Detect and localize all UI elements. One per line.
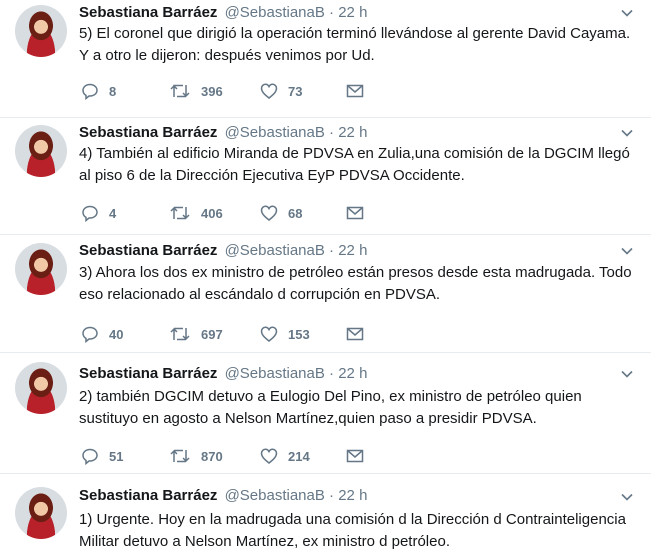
user-handle[interactable]: @SebastianaB <box>225 4 325 21</box>
reply-icon <box>82 205 98 222</box>
tweet-actions: 40 697 153 <box>79 324 379 344</box>
envelope-icon <box>346 206 364 220</box>
separator-dot: · <box>329 242 335 259</box>
tweet-text: 4) También al edificio Miranda de PDVSA … <box>79 145 635 184</box>
reply-icon <box>82 83 98 100</box>
reply-icon <box>82 326 98 343</box>
tweet-actions: 8 396 73 <box>79 81 379 101</box>
like-count: 73 <box>288 83 303 99</box>
reply-button[interactable]: 8 <box>81 81 116 101</box>
tweet-header: Sebastiana Barráez @SebastianaB · 22 h <box>79 3 367 23</box>
reply-count: 40 <box>109 326 124 342</box>
separator-dot: · <box>329 487 335 504</box>
display-name[interactable]: Sebastiana Barráez <box>79 4 217 21</box>
avatar[interactable] <box>15 5 67 57</box>
tweet[interactable]: Sebastiana Barráez @SebastianaB · 22 h 1… <box>0 474 651 555</box>
tweet[interactable]: Sebastiana Barráez @SebastianaB · 22 h 5… <box>0 0 651 118</box>
display-name[interactable]: Sebastiana Barráez <box>79 487 217 504</box>
reply-count: 4 <box>109 205 117 221</box>
reply-button[interactable]: 40 <box>81 324 123 344</box>
tweet-actions: 4 406 68 <box>79 203 379 223</box>
user-handle[interactable]: @SebastianaB <box>225 365 325 382</box>
retweet-count: 406 <box>201 205 223 221</box>
separator-dot: · <box>329 4 335 21</box>
like-button[interactable]: 153 <box>260 324 310 344</box>
like-button[interactable]: 73 <box>260 81 302 101</box>
tweet-actions: 51 870 214 <box>79 446 379 466</box>
retweet-icon <box>170 449 190 463</box>
retweet-count: 396 <box>201 83 223 99</box>
retweet-count: 697 <box>201 326 223 342</box>
heart-icon <box>260 205 278 221</box>
direct-message-button[interactable] <box>346 203 364 223</box>
retweet-icon <box>170 206 190 220</box>
chevron-down-icon[interactable] <box>619 243 635 259</box>
retweet-button[interactable]: 697 <box>169 324 223 344</box>
heart-icon <box>260 326 278 342</box>
tweet-header: Sebastiana Barráez @SebastianaB · 22 h <box>79 364 367 384</box>
reply-button[interactable]: 51 <box>81 446 123 466</box>
timestamp[interactable]: 22 h <box>338 487 367 504</box>
reply-icon <box>82 448 98 465</box>
avatar[interactable] <box>15 487 67 539</box>
direct-message-button[interactable] <box>346 324 364 344</box>
retweet-button[interactable]: 406 <box>169 203 223 223</box>
envelope-icon <box>346 84 364 98</box>
heart-icon <box>260 83 278 99</box>
user-handle[interactable]: @SebastianaB <box>225 487 325 504</box>
like-button[interactable]: 214 <box>260 446 310 466</box>
like-count: 68 <box>288 205 303 221</box>
like-count: 153 <box>288 326 310 342</box>
tweet-header: Sebastiana Barráez @SebastianaB · 22 h <box>79 486 367 506</box>
retweet-icon <box>170 84 190 98</box>
chevron-down-icon[interactable] <box>619 5 635 21</box>
timestamp[interactable]: 22 h <box>338 365 367 382</box>
retweet-button[interactable]: 870 <box>169 446 223 466</box>
tweet-header: Sebastiana Barráez @SebastianaB · 22 h <box>79 241 367 261</box>
reply-count: 51 <box>109 448 124 464</box>
like-count: 214 <box>288 448 310 464</box>
heart-icon <box>260 448 278 464</box>
tweet-text: 5) El coronel que dirigió la operación t… <box>79 25 635 64</box>
retweet-count: 870 <box>201 448 223 464</box>
tweet-text: 2) también DGCIM detuvo a Eulogio Del Pi… <box>79 388 586 427</box>
avatar[interactable] <box>15 243 67 295</box>
chevron-down-icon[interactable] <box>619 489 635 505</box>
tweet[interactable]: Sebastiana Barráez @SebastianaB · 22 h 2… <box>0 353 651 474</box>
display-name[interactable]: Sebastiana Barráez <box>79 365 217 382</box>
display-name[interactable]: Sebastiana Barráez <box>79 124 217 141</box>
envelope-icon <box>346 449 364 463</box>
separator-dot: · <box>329 124 335 141</box>
envelope-icon <box>346 327 364 341</box>
tweet[interactable]: Sebastiana Barráez @SebastianaB · 22 h 3… <box>0 235 651 353</box>
timestamp[interactable]: 22 h <box>338 242 367 259</box>
timestamp[interactable]: 22 h <box>338 4 367 21</box>
retweet-button[interactable]: 396 <box>169 81 223 101</box>
separator-dot: · <box>329 365 335 382</box>
user-handle[interactable]: @SebastianaB <box>225 242 325 259</box>
display-name[interactable]: Sebastiana Barráez <box>79 242 217 259</box>
avatar[interactable] <box>15 125 67 177</box>
timestamp[interactable]: 22 h <box>338 124 367 141</box>
tweet-header: Sebastiana Barráez @SebastianaB · 22 h <box>79 123 367 143</box>
retweet-icon <box>170 327 190 341</box>
user-handle[interactable]: @SebastianaB <box>225 124 325 141</box>
reply-button[interactable]: 4 <box>81 203 116 223</box>
tweet-text: 3) Ahora los dos ex ministro de petróleo… <box>79 264 636 303</box>
tweet[interactable]: Sebastiana Barráez @SebastianaB · 22 h 4… <box>0 118 651 235</box>
direct-message-button[interactable] <box>346 446 364 466</box>
reply-count: 8 <box>109 83 117 99</box>
chevron-down-icon[interactable] <box>619 366 635 382</box>
direct-message-button[interactable] <box>346 81 364 101</box>
chevron-down-icon[interactable] <box>619 125 635 141</box>
avatar[interactable] <box>15 362 67 414</box>
like-button[interactable]: 68 <box>260 203 302 223</box>
tweet-text: 1) Urgente. Hoy en la madrugada una comi… <box>79 511 631 550</box>
